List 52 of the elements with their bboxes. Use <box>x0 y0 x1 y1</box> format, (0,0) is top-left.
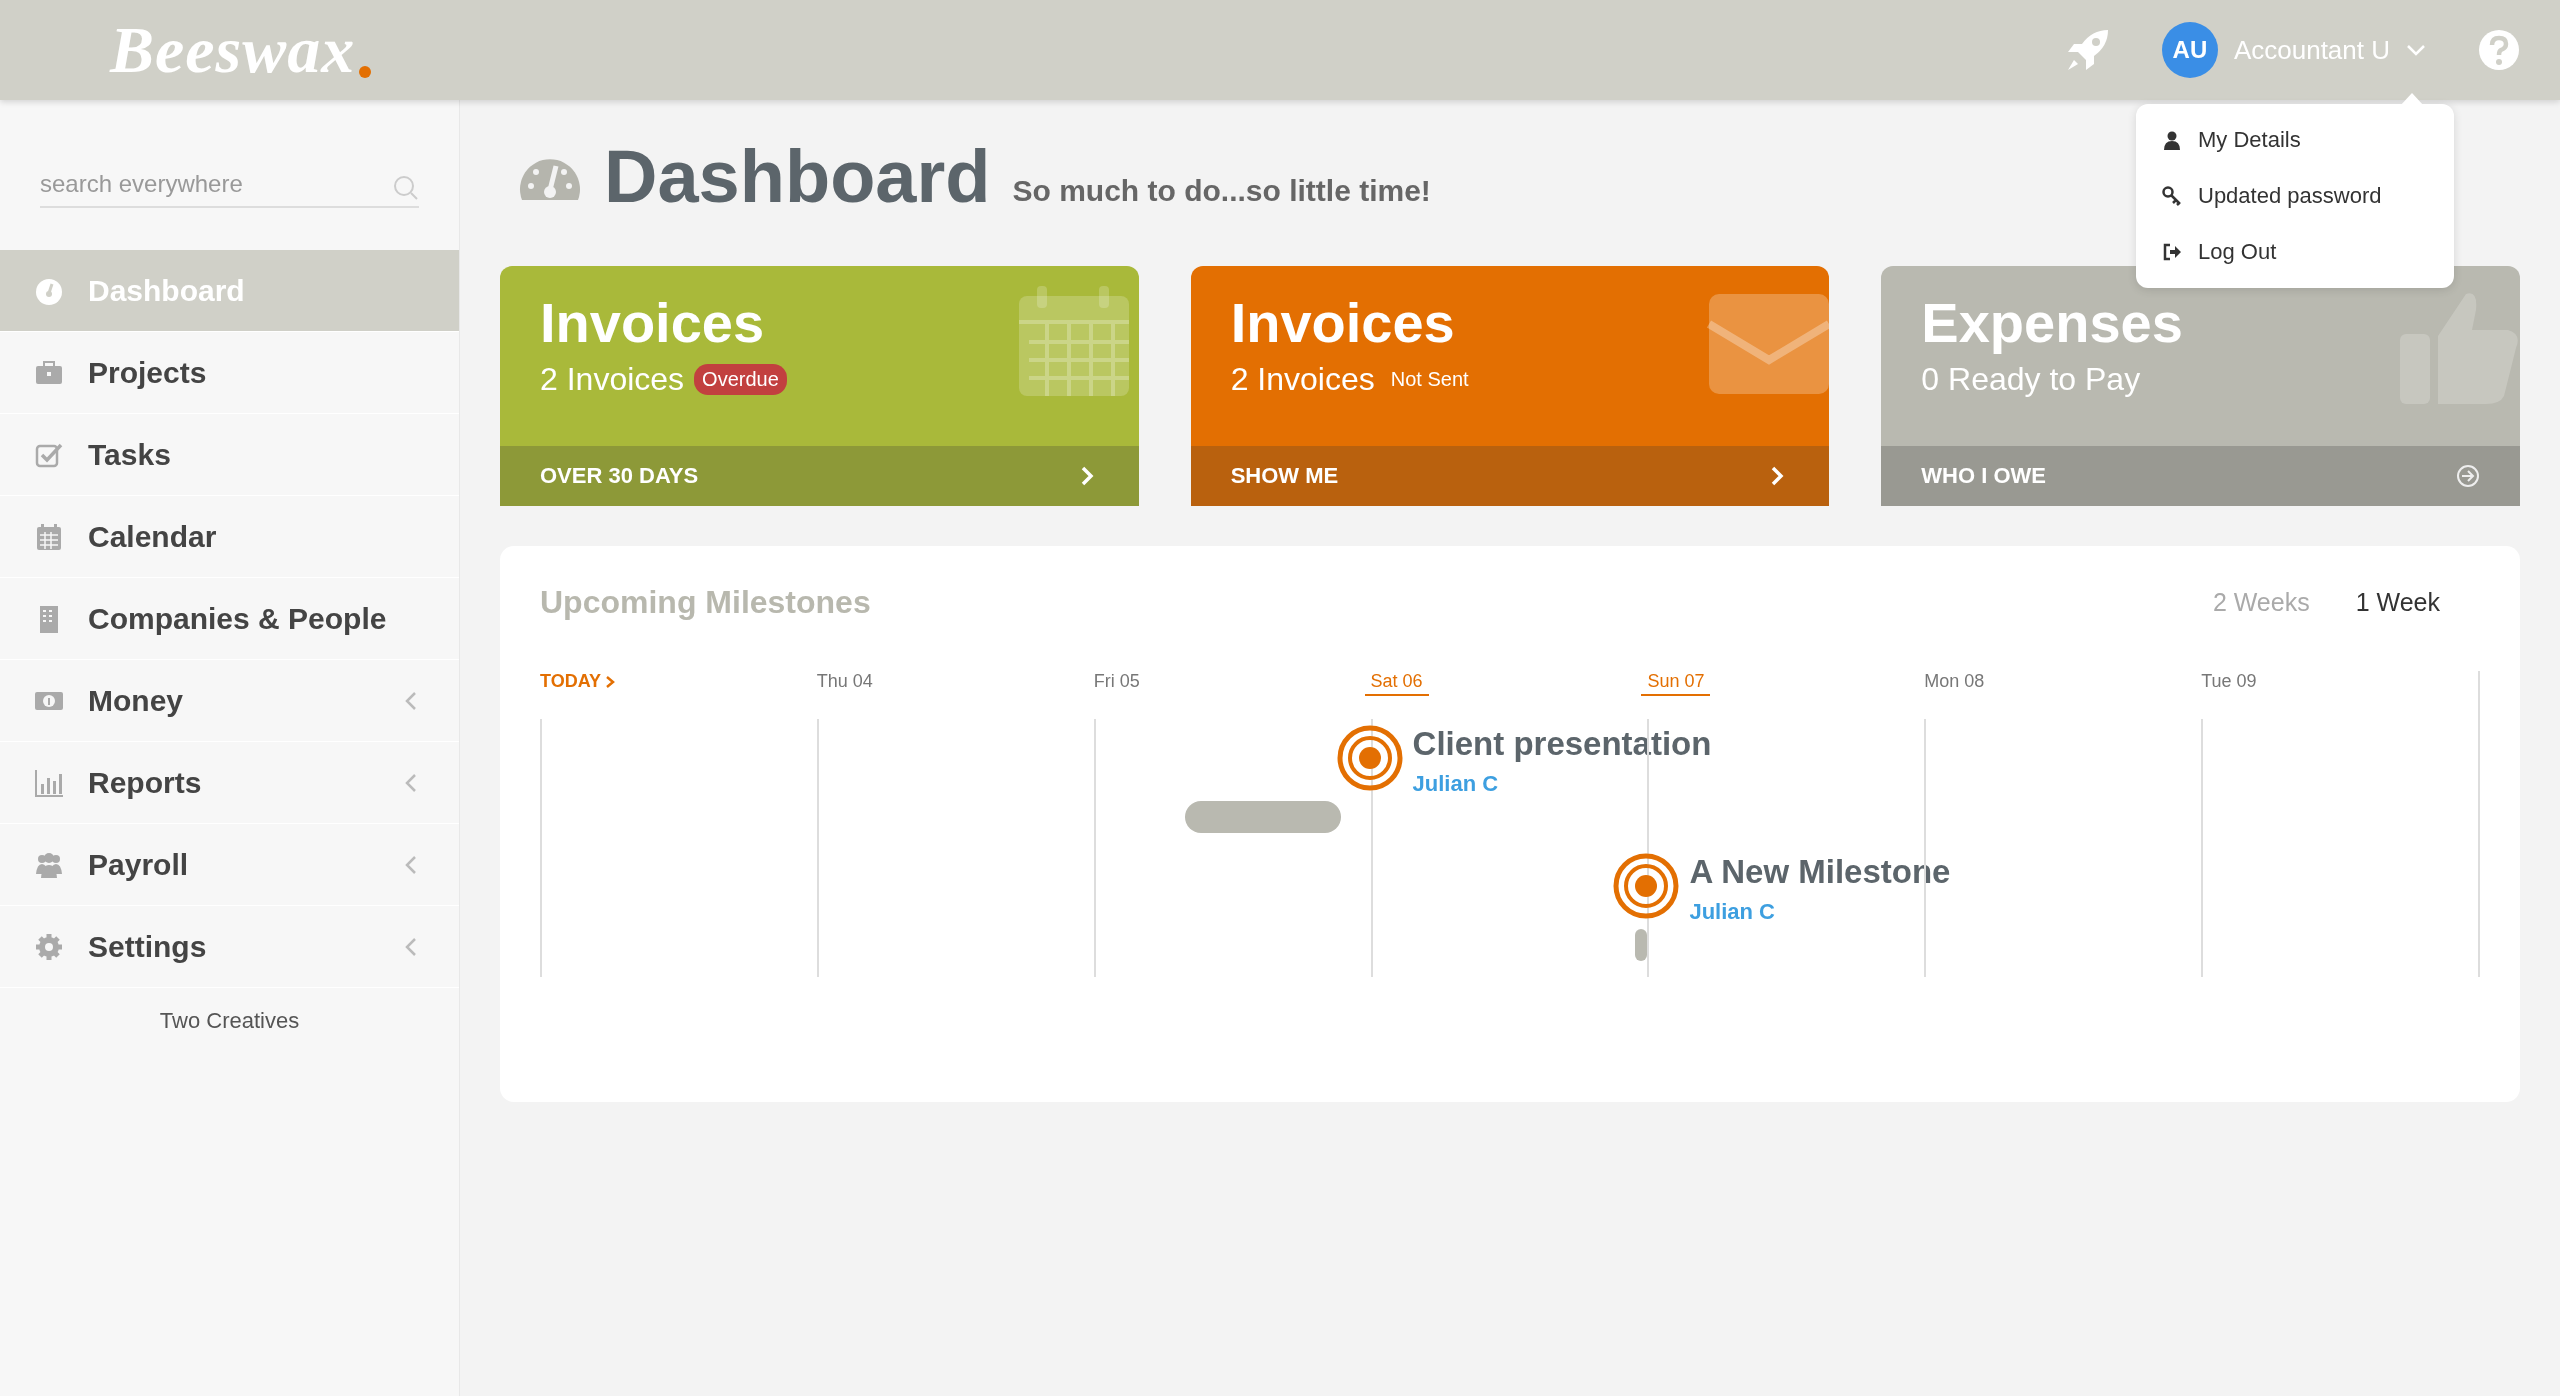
key-icon <box>2162 186 2182 206</box>
day-label: Fri 05 <box>1092 671 1141 693</box>
sidebar-item[interactable]: Tasks <box>0 414 459 496</box>
sidebar-item[interactable]: Calendar <box>0 496 459 578</box>
dashboard-gauge-icon <box>518 158 582 202</box>
day-label: Tue 09 <box>2200 671 2258 693</box>
day-label: Thu 04 <box>815 671 874 693</box>
sidebar-item[interactable]: Companies & People <box>0 578 459 660</box>
avatar: AU <box>2161 22 2218 78</box>
day-label: Mon 08 <box>1923 671 1986 693</box>
status-label: Not Sent <box>1389 368 1469 391</box>
menu-item[interactable]: My Details <box>2136 112 2454 168</box>
card-title: Expenses <box>1921 290 2184 355</box>
milestone-title[interactable]: A New Milestone <box>1689 853 1951 891</box>
chevron-right-icon <box>605 674 616 689</box>
logo-dot <box>359 66 372 78</box>
card-title: Invoices <box>540 290 766 355</box>
today-label: TODAY <box>534 671 622 696</box>
range-tab[interactable]: 1 Week <box>2355 588 2440 617</box>
target-icon <box>1613 853 1680 919</box>
sidebar-item[interactable]: Reports <box>0 742 459 824</box>
search-field[interactable]: search everywhere <box>40 170 393 206</box>
caret-icon <box>2406 43 2426 57</box>
sidebar-item[interactable]: Projects <box>0 332 459 414</box>
panel-title: Upcoming Milestones <box>540 584 871 621</box>
day-label: Sat 06 <box>1364 671 1429 696</box>
card-title: Invoices <box>1230 290 1456 355</box>
card-count: 2 Invoices <box>1230 361 1375 398</box>
milestone-title[interactable]: Client presentation <box>1412 725 1712 763</box>
menu-item[interactable]: Log Out <box>2136 224 2454 280</box>
target-icon <box>1336 725 1403 791</box>
status-badge: Overdue <box>694 364 787 395</box>
bar-chart-icon <box>34 767 64 798</box>
sidebar-item[interactable]: Money <box>0 660 459 742</box>
sign-out-icon <box>2162 242 2182 262</box>
card-action-button[interactable]: SHOW ME <box>1190 446 1830 506</box>
card-count: 0 Ready to Pay <box>1921 361 2141 398</box>
day-label: Sun 07 <box>1641 671 1711 696</box>
menu-item[interactable]: Updated password <box>2136 168 2454 224</box>
help-icon[interactable] <box>2478 29 2520 71</box>
sidebar-item[interactable]: Payroll <box>0 824 459 906</box>
sidebar-item[interactable]: Settings <box>0 906 459 988</box>
gear-icon <box>34 931 64 962</box>
calendar-icon <box>34 521 64 552</box>
company-name: Two Creatives <box>158 1008 301 1034</box>
arrow-circle-icon <box>2456 464 2480 488</box>
card-count: 2 Invoices <box>540 361 685 398</box>
page-title: Dashboard <box>604 140 991 214</box>
user-icon <box>2162 130 2182 150</box>
duration-bar <box>1635 929 1648 961</box>
search-icon <box>393 175 419 201</box>
page-subtitle: So much to do...so little time! <box>1012 174 1431 208</box>
